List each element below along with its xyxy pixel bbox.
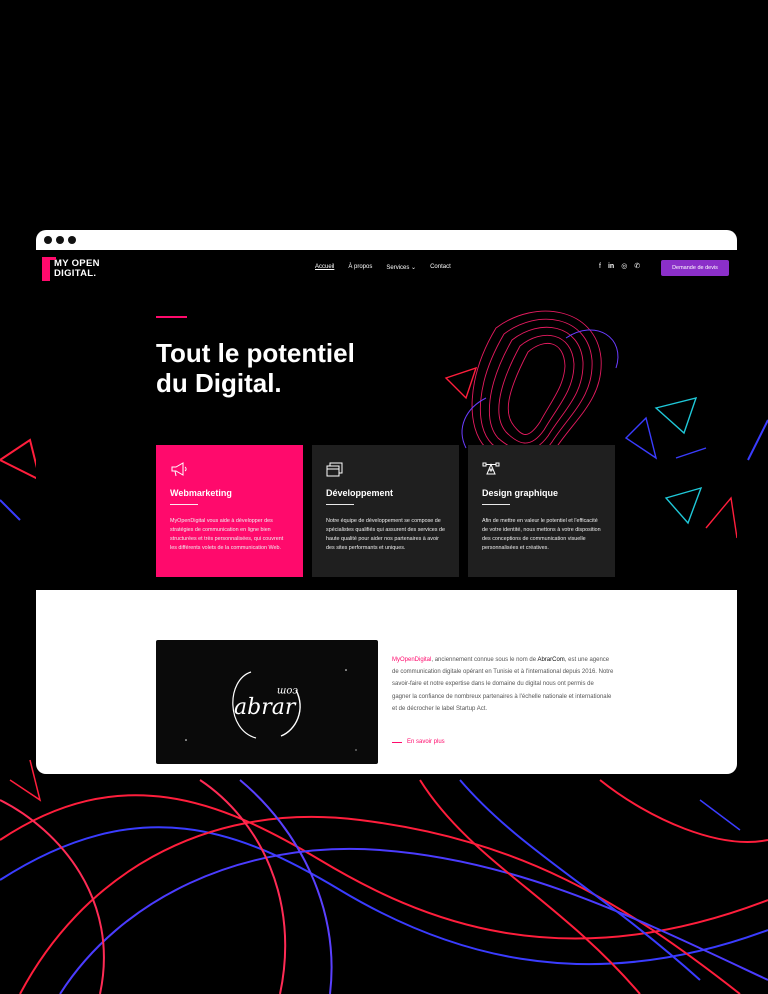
website: MY OPEN DIGITAL. Accueil À propos Servic…	[36, 250, 737, 774]
browser-title-bar	[36, 230, 737, 250]
megaphone-icon	[171, 462, 187, 477]
read-more-dash	[392, 741, 402, 743]
card-title: Design graphique	[482, 488, 559, 498]
quote-request-button[interactable]: Demande de devis	[661, 260, 729, 276]
site-logo[interactable]: MY OPEN DIGITAL.	[42, 257, 122, 281]
read-more-link[interactable]: En savoir plus	[392, 739, 445, 745]
card-divider	[170, 504, 198, 505]
about-text-part2: , est une agence de communication digita…	[392, 657, 614, 712]
browser-window: MY OPEN DIGITAL. Accueil À propos Servic…	[36, 230, 737, 774]
service-card-developpement[interactable]: Développement Notre équipe de développem…	[312, 445, 459, 577]
abrarcom-video[interactable]: abrar com	[156, 640, 378, 764]
abrar-logo: abrar com	[185, 669, 357, 751]
read-more-label: En savoir plus	[407, 739, 445, 745]
linkedin-icon[interactable]: in	[608, 263, 614, 270]
chevron-down-icon: ⌄	[411, 265, 417, 271]
nav-item-services[interactable]: Services ⌄	[386, 264, 416, 271]
window-dot-icon	[56, 236, 64, 244]
card-text: Afin de mettre en valeur le potentiel et…	[482, 518, 601, 551]
service-card-design-graphique[interactable]: Design graphique Afin de mettre en valeu…	[468, 445, 615, 577]
browser-windows-icon	[326, 462, 343, 477]
card-text: Notre équipe de développement se compose…	[326, 518, 445, 551]
bezier-pen-icon	[482, 462, 500, 475]
facebook-icon[interactable]: f	[599, 263, 601, 270]
hero-title-line2: du Digital.	[156, 368, 282, 398]
old-brand-name: AbrarCom	[537, 657, 565, 663]
abrar-logo-main: abrar	[234, 695, 297, 720]
abrar-logo-small: com	[277, 685, 298, 696]
card-text: MyOpenDigital vous aide à développer des…	[170, 518, 284, 551]
social-links: f in ◎ ✆	[599, 262, 640, 271]
window-dot-icon	[44, 236, 52, 244]
card-title: Webmarketing	[170, 488, 232, 498]
whatsapp-icon[interactable]: ✆	[634, 262, 640, 270]
card-divider	[482, 504, 510, 505]
about-text-part1: , anciennement connue sous le nom de	[431, 657, 538, 663]
logo-mark	[42, 257, 56, 281]
main-nav: Accueil À propos Services ⌄ Contact	[315, 264, 451, 271]
card-divider	[326, 504, 354, 505]
window-dot-icon	[68, 236, 76, 244]
brand-link[interactable]: MyOpenDigital	[392, 657, 431, 663]
nav-item-accueil[interactable]: Accueil	[315, 264, 334, 271]
logo-text-line2: DIGITAL.	[54, 268, 97, 279]
nav-item-contact[interactable]: Contact	[430, 264, 451, 271]
service-card-webmarketing[interactable]: Webmarketing MyOpenDigital vous aide à d…	[156, 445, 303, 577]
nav-item-a-propos[interactable]: À propos	[348, 264, 372, 271]
about-paragraph: MyOpenDigital, anciennement connue sous …	[392, 654, 614, 715]
card-title: Développement	[326, 488, 394, 498]
instagram-icon[interactable]: ◎	[621, 262, 627, 270]
nav-item-services-label: Services	[386, 265, 410, 271]
hero-accent-line	[156, 316, 187, 318]
hero-title-line1: Tout le potentiel	[156, 338, 355, 368]
about-section: abrar com MyOpenDigital, anciennement co…	[36, 590, 737, 774]
hero-title: Tout le potentiel du Digital.	[156, 338, 396, 398]
